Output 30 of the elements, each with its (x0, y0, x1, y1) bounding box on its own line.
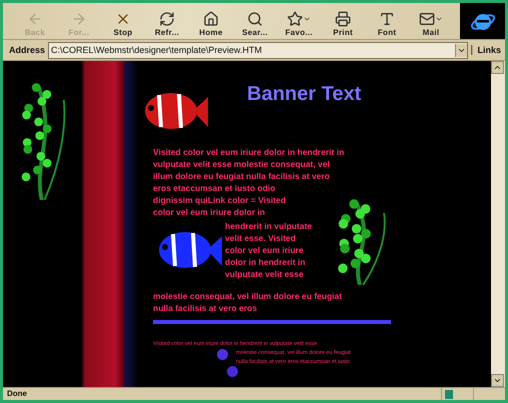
stop-button[interactable]: Stop (101, 5, 145, 39)
body-paragraph: hendrerit in vulputate velit esse. Visited color vel eum iriure dolor in hendrerit in vulputate velit esse (225, 220, 313, 280)
browser-logo (460, 3, 505, 39)
banner-text: Banner Text (247, 83, 362, 106)
sphere-icon (227, 366, 238, 377)
favorites-button[interactable]: Favo... (277, 5, 321, 39)
font-icon (379, 11, 395, 27)
printer-icon (335, 11, 351, 27)
address-label: Address (9, 45, 46, 55)
sphere-icon (217, 349, 228, 360)
scroll-up-icon (493, 63, 502, 72)
font-button[interactable]: Font (365, 5, 409, 39)
print-button[interactable]: Print (321, 5, 365, 39)
forward-arrow-icon (71, 11, 87, 27)
status-text: Done (6, 388, 28, 400)
refresh-button[interactable]: Refr... (145, 5, 189, 39)
scroll-down-icon (493, 376, 502, 385)
star-icon (287, 11, 303, 27)
search-icon (247, 11, 263, 27)
home-icon (203, 11, 219, 27)
mail-button[interactable]: Mail (409, 5, 453, 39)
address-field[interactable]: C:\COREL\Webmstr\designer\template\Preview.HTM (48, 42, 468, 58)
refresh-icon (159, 11, 175, 27)
scrollbar[interactable] (491, 61, 505, 387)
zone-icon (445, 390, 453, 398)
body-paragraph: molestie consequat, vel illum dolore eu feugiat nulla facilisis at vero eros (153, 290, 343, 314)
search-button[interactable]: Sear... (233, 5, 277, 39)
home-button[interactable]: Home (189, 5, 233, 39)
links-label[interactable]: Links (471, 45, 505, 55)
mail-icon (419, 11, 435, 27)
